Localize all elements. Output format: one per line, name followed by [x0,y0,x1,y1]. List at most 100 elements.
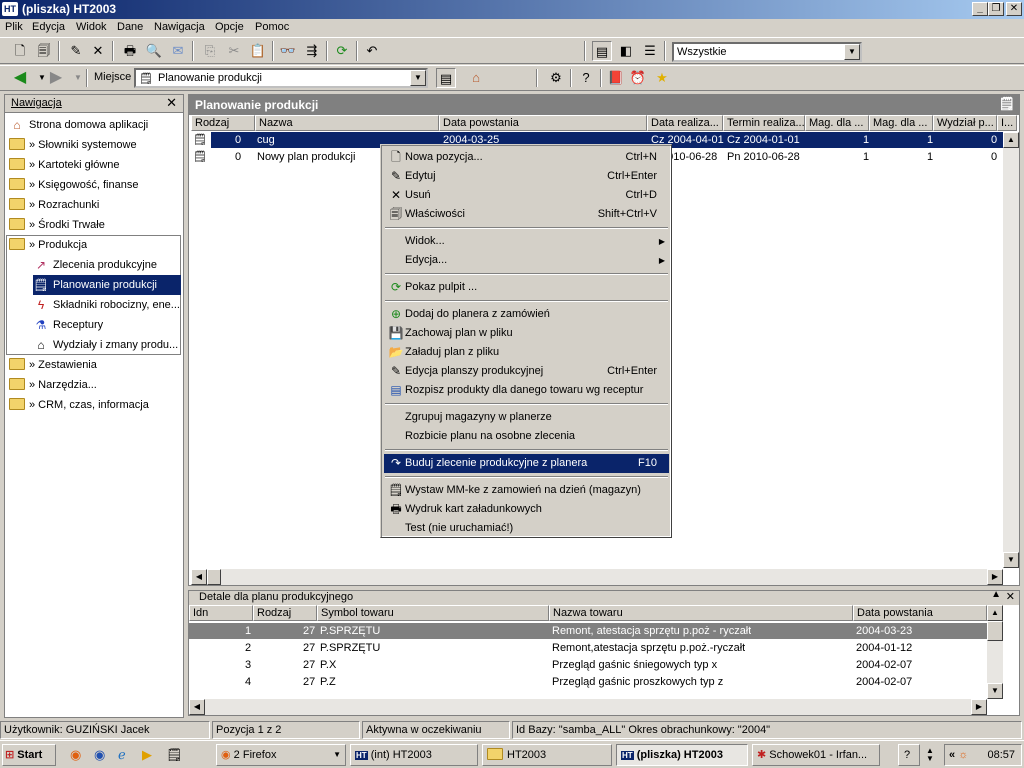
table-row[interactable]: 4 27 P.Z Przegląd gaśnic proszkowych typ… [189,674,987,690]
scroll-thumb[interactable] [987,621,1003,641]
nav-item-crm[interactable]: » CRM, czas, informacja [9,395,149,415]
filter-icon[interactable]: ☰ [640,41,660,61]
col-header-mag2[interactable]: Mag. dla ... [869,115,933,131]
menu-opcje[interactable]: Opcje [215,21,244,33]
vertical-scrollbar[interactable]: ▲ ▼ [987,605,1003,699]
menu-item-zaladuj-plan[interactable]: 📂 Załaduj plan z pliku [384,343,669,362]
col-header-rodzaj[interactable]: Rodzaj [191,115,255,131]
nav-item-narzedzia[interactable]: » Narzędzia... [9,375,97,395]
menu-dane[interactable]: Dane [117,21,143,33]
menu-item-dodaj-do-planera[interactable]: ⊕ Dodaj do planera z zamówień [384,305,669,324]
col-header-wydzial[interactable]: Wydział p... [933,115,997,131]
menu-plik[interactable]: Plik [5,21,23,33]
nav-item-receptury[interactable]: ⚗ Receptury [33,315,104,335]
scroll-thumb[interactable] [207,569,221,585]
task-irfanview[interactable]: ✱ Schowek01 - Irfan... [752,744,880,766]
nav-item-planowanie[interactable]: 🗒 Planowanie produkcji [33,275,181,295]
nav-item-zestawienia[interactable]: » Zestawienia [9,355,97,375]
clock-icon[interactable]: ⏰ [628,68,648,88]
menu-item-nowa-pozycja[interactable]: 🗋 Nowa pozycja... Ctrl+N [384,148,669,167]
menu-item-edycja[interactable]: Edycja... ▶ [384,251,669,270]
undo-icon[interactable]: ↶ [362,41,382,61]
chevron-down-icon[interactable]: ▼ [844,44,860,60]
binoculars-icon[interactable]: 👓 [278,41,298,61]
app-icon[interactable]: 🗒 [166,747,183,763]
close-icon[interactable]: ✕ [166,95,177,111]
nav-item-srodki[interactable]: » Środki Trwałe [9,215,105,235]
menu-item-zachowaj-plan[interactable]: 💾 Zachowaj plan w pliku [384,324,669,343]
edit-icon[interactable]: ✎ [66,41,86,61]
find-next-icon[interactable]: ⇶ [302,41,322,61]
home-icon[interactable]: ⌂ [466,68,486,88]
col-header-idn[interactable]: Idn [189,605,253,621]
properties-icon[interactable]: 🗐 [34,41,54,61]
help-icon[interactable]: ? [576,68,596,88]
menu-item-test[interactable]: Test (nie uruchamiać!) [384,519,669,538]
horizontal-scrollbar[interactable]: ◀ ▶ [191,569,1003,585]
nav-item-kartoteki[interactable]: » Kartoteki główne [9,155,120,175]
task-int-ht2003[interactable]: HT (int) HT2003 [350,744,478,766]
chevron-left-icon[interactable]: « [949,749,955,761]
print-preview-icon[interactable]: 🔍 [144,41,164,61]
col-header-rodzaj[interactable]: Rodzaj [253,605,317,621]
book-icon[interactable]: 📕 [606,68,626,88]
filter-combo[interactable]: Wszystkie ▼ [672,42,862,62]
paste-icon[interactable]: 📋 [248,41,268,61]
new-icon[interactable]: 🗋 [10,41,30,61]
maximize-button[interactable]: ❐ [988,2,1004,16]
mail-icon[interactable]: ✉ [168,41,188,61]
scroll-up-icon[interactable]: ▲ [1003,132,1019,148]
col-header-mag1[interactable]: Mag. dla ... [805,115,869,131]
menu-item-widok[interactable]: Widok... ▶ [384,232,669,251]
print-icon[interactable]: 🖶 [120,41,140,61]
col-header-symbol[interactable]: Symbol towaru [317,605,549,621]
nav-item-rozrachunki[interactable]: » Rozrachunki [9,195,99,215]
refresh-icon[interactable]: ⟳ [332,41,352,61]
task-ht2003-folder[interactable]: HT2003 [482,744,612,766]
col-header-termin[interactable]: Termin realiza... [723,115,805,131]
firefox-icon[interactable]: ◉ [70,747,81,763]
col-header-data-powstania[interactable]: Data powstania [853,605,987,621]
vertical-scrollbar[interactable]: ▲ ▼ [1003,132,1019,568]
menu-item-wystaw-mm[interactable]: 🗒 Wystaw MM-ke z zamowień na dzień (magaz… [384,481,669,500]
menu-item-rozbicie-planu[interactable]: Rozbicie planu na osobne zlecenia [384,427,669,446]
forward-dropdown-icon[interactable]: ▼ [68,68,88,88]
scroll-right-icon[interactable]: ▶ [987,569,1003,585]
collapse-icon[interactable]: ▲ [991,589,1001,600]
place-combo[interactable]: 🗒 Planowanie produkcji ▼ [134,68,428,88]
menu-item-wlasciwosci[interactable]: 🗐 Właściwości Shift+Ctrl+V [384,205,669,224]
nav-item-zlecenia[interactable]: ↗ Zlecenia produkcyjne [33,255,157,275]
nav-item-skladniki[interactable]: ϟ Składniki robocizny, ene... [33,295,181,315]
close-button[interactable]: ✕ [1006,2,1022,16]
start-button[interactable]: ⊞ Start [2,744,56,766]
nav-item-slowniki[interactable]: » Słowniki systemowe [9,135,137,155]
bookmark-icon[interactable]: ▤ [436,68,456,88]
star-icon[interactable]: ★ [652,68,672,88]
menu-item-rozpisz-produkty[interactable]: ▤ Rozpisz produkty dla danego towaru wg r… [384,381,669,400]
scroll-left-icon[interactable]: ◀ [191,569,207,585]
nav-item-ksiegowosc[interactable]: » Księgowość, finanse [9,175,138,195]
table-row[interactable]: 2 27 P.SPRZĘTU Remont,atestacja sprzętu … [189,640,987,656]
copy-icon[interactable]: ⎘ [200,41,220,61]
panel-icon[interactable]: ◧ [616,41,636,61]
menu-item-buduj-zlecenie[interactable]: ↷ Buduj zlecenie produkcyjne z planera F10 [384,454,669,473]
media-icon[interactable]: ▶ [142,747,152,763]
ie-icon[interactable]: ℯ [118,747,126,763]
menu-item-edycja-planszy[interactable]: ✎ Edycja planszy produkcyjnej Ctrl+Enter [384,362,669,381]
tools-icon[interactable]: ⚙ [546,68,566,88]
col-header-nazwa-towaru[interactable]: Nazwa towaru [549,605,853,621]
back-icon[interactable]: ◀ [10,68,30,88]
scroll-left-icon[interactable]: ◀ [189,699,205,715]
sun-icon[interactable]: ☼ [958,749,968,761]
cut-icon[interactable]: ✂ [224,41,244,61]
menu-nawigacja[interactable]: Nawigacja [154,21,205,33]
col-header-nazwa[interactable]: Nazwa [255,115,439,131]
menu-widok[interactable]: Widok [76,21,107,33]
browser-icon[interactable]: ◉ [94,747,105,763]
menu-item-edytuj[interactable]: ✎ Edytuj Ctrl+Enter [384,167,669,186]
horizontal-scrollbar[interactable]: ◀ ▶ [189,699,987,715]
tray-scroll[interactable]: ▲ ▼ [926,747,938,765]
scroll-right-icon[interactable]: ▶ [971,699,987,715]
help-button[interactable]: ? [898,744,920,766]
menu-item-usun[interactable]: ✕ Usuń Ctrl+D [384,186,669,205]
